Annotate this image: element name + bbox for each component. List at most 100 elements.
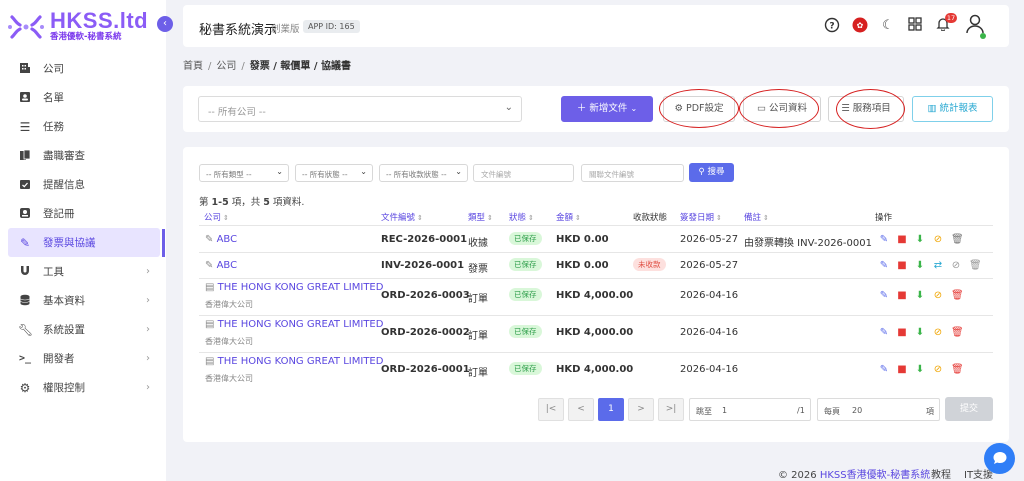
brand-logo[interactable]: HKSS.ltd 香港優軟-秘書系統 bbox=[6, 10, 148, 43]
related-doc-input[interactable]: 關聯文件編號 bbox=[581, 164, 684, 182]
sidebar-item-developer[interactable]: >_ 開發者 › bbox=[8, 344, 160, 373]
help-icon[interactable]: ? bbox=[823, 17, 841, 35]
row-remarks: 由發票轉換 INV-2026-0001 bbox=[744, 238, 872, 249]
row-type: 訂單 bbox=[468, 294, 488, 305]
delete-icon[interactable]: 🗑︎ bbox=[951, 364, 964, 375]
per-page-input[interactable]: 每頁 20 項 bbox=[817, 398, 940, 421]
pdf-icon[interactable]: ■ bbox=[897, 364, 907, 375]
col-header-company[interactable]: 公司 ⇕ bbox=[204, 211, 229, 223]
download-icon[interactable]: ⬇ bbox=[915, 364, 925, 375]
delete-icon[interactable]: 🗑︎ bbox=[951, 290, 964, 301]
company-select[interactable]: -- 所有公司 -- ⌄ bbox=[198, 96, 522, 122]
table-row: ✎ ABC INV-2026-0001 發票 已保存 HKD 0.00 未收款 … bbox=[199, 253, 993, 278]
row-company-link[interactable]: ✎ ABC bbox=[205, 260, 237, 271]
pdf-icon[interactable]: ■ bbox=[897, 327, 907, 338]
row-date: 2026-04-16 bbox=[680, 364, 739, 375]
building-icon bbox=[18, 62, 32, 76]
cancel-icon[interactable]: ⊘ bbox=[933, 234, 943, 245]
sidebar-collapse-button[interactable]: ‹ bbox=[157, 16, 173, 32]
delete-icon[interactable]: 🗑︎ bbox=[951, 327, 964, 338]
cancel-icon[interactable]: ⊘ bbox=[933, 290, 943, 301]
col-header-doc-no[interactable]: 文件編號 ⇕ bbox=[381, 211, 423, 223]
page-1-button[interactable]: 1 bbox=[598, 398, 624, 421]
breadcrumb-company[interactable]: 公司 bbox=[216, 61, 236, 72]
sidebar-item-basic-data[interactable]: 基本資料 › bbox=[8, 286, 160, 315]
toolbar-card: -- 所有公司 -- ⌄ ＋ 新增文件 ⌄ ⚙ PDF設定 ▭ 公司資料 ☰ 服… bbox=[183, 86, 1009, 132]
breadcrumb-home[interactable]: 首頁 bbox=[183, 61, 203, 72]
footer-company-link[interactable]: HKSS香港優軟-秘書系統 bbox=[820, 470, 930, 481]
row-company-name: THE HONG KONG GREAT LIMITED bbox=[217, 319, 384, 330]
edit-icon[interactable]: ✎ bbox=[879, 364, 889, 375]
chevron-down-icon: ⌄ bbox=[360, 167, 367, 176]
type-filter-select[interactable]: -- 所有類型 -- ⌄ bbox=[199, 164, 289, 182]
summary-prefix: 第 bbox=[199, 197, 212, 208]
sidebar-item-tools[interactable]: 工具 › bbox=[8, 257, 160, 286]
sidebar-item-label: 名單 bbox=[43, 92, 64, 104]
last-page-button[interactable]: >| bbox=[658, 398, 684, 421]
cancel-icon[interactable]: ⊘ bbox=[933, 364, 943, 375]
col-header-type[interactable]: 類型 ⇕ bbox=[468, 211, 493, 223]
delete-icon[interactable]: 🗑︎ bbox=[951, 234, 964, 245]
language-flag-icon[interactable]: ✿ bbox=[851, 17, 869, 35]
row-type: 發票 bbox=[468, 264, 488, 275]
next-page-button[interactable]: > bbox=[628, 398, 654, 421]
sidebar-item-contacts[interactable]: 名單 bbox=[8, 83, 160, 112]
apps-grid-icon[interactable] bbox=[906, 17, 924, 35]
sidebar-item-settings[interactable]: 🔧︎ 系統設置 › bbox=[8, 315, 160, 344]
sidebar-item-company[interactable]: 公司 bbox=[8, 54, 160, 83]
cancel-icon[interactable]: ⊘ bbox=[933, 327, 943, 338]
delete-icon[interactable]: 🗑︎ bbox=[969, 260, 982, 271]
prev-page-button[interactable]: < bbox=[568, 398, 594, 421]
edit-icon[interactable]: ✎ bbox=[879, 260, 889, 271]
documents-card: -- 所有類型 -- ⌄ -- 所有狀態 -- ⌄ -- 所有收款狀態 -- ⌄ 文件… bbox=[183, 147, 1009, 442]
sidebar-item-permissions[interactable]: ⚙ 權限控制 › bbox=[8, 373, 160, 402]
pdf-icon[interactable]: ■ bbox=[897, 260, 907, 271]
new-document-button[interactable]: ＋ 新增文件 ⌄ bbox=[561, 96, 653, 122]
first-page-button[interactable]: |< bbox=[538, 398, 564, 421]
pagination-submit-button[interactable]: 提交 bbox=[945, 397, 993, 421]
download-icon[interactable]: ⬇ bbox=[915, 290, 925, 301]
download-icon[interactable]: ⬇ bbox=[915, 234, 925, 245]
col-header-amount[interactable]: 金額 ⇕ bbox=[556, 211, 581, 223]
col-header-status[interactable]: 狀態 ⇕ bbox=[509, 211, 534, 223]
row-date: 2026-04-16 bbox=[680, 290, 739, 301]
dark-mode-icon[interactable]: ☾ bbox=[879, 17, 897, 35]
sidebar-nav: 公司 名單 ☰ 任務 盡職審查 提醒信息 登記冊 ✎ 發票與協議 工具 › 基本… bbox=[8, 54, 160, 402]
sidebar-item-register[interactable]: 登記冊 bbox=[8, 199, 160, 228]
search-button[interactable]: ⚲ 搜尋 bbox=[689, 163, 734, 182]
edit-icon[interactable]: ✎ bbox=[879, 290, 889, 301]
download-icon[interactable]: ⬇ bbox=[915, 260, 925, 271]
row-company-link[interactable]: ▤ THE HONG KONG GREAT LIMITED bbox=[205, 282, 383, 293]
sidebar-item-tasks[interactable]: ☰ 任務 bbox=[8, 112, 160, 141]
sidebar-item-due-diligence[interactable]: 盡職審查 bbox=[8, 141, 160, 170]
chevron-down-icon: ⌄ bbox=[630, 104, 638, 113]
row-company-name: ABC bbox=[216, 234, 238, 245]
row-company-link[interactable]: ▤ THE HONG KONG GREAT LIMITED bbox=[205, 356, 383, 367]
payment-status-filter-select[interactable]: -- 所有收款狀態 -- ⌄ bbox=[379, 164, 468, 182]
convert-icon[interactable]: ⇄ bbox=[933, 260, 943, 271]
pdf-icon[interactable]: ■ bbox=[897, 234, 907, 245]
sidebar-item-invoices[interactable]: ✎ 發票與協議 bbox=[8, 228, 160, 257]
download-icon[interactable]: ⬇ bbox=[915, 327, 925, 338]
app-edition: 創業版 bbox=[271, 24, 300, 35]
row-company-link[interactable]: ▤ THE HONG KONG GREAT LIMITED bbox=[205, 319, 383, 330]
cancel-icon[interactable]: ⊘ bbox=[951, 260, 961, 271]
doc-no-input[interactable]: 文件編號 bbox=[473, 164, 574, 182]
edit-icon[interactable]: ✎ bbox=[879, 234, 889, 245]
footer-tutorial-link[interactable]: 教程 bbox=[931, 466, 951, 481]
sidebar-item-reminders[interactable]: 提醒信息 bbox=[8, 170, 160, 199]
results-summary: 第 1-5 項，共 5 項資料. bbox=[199, 194, 304, 208]
col-header-issue-date[interactable]: 簽發日期 ⇕ bbox=[680, 211, 722, 223]
annotation-circle-pdf bbox=[659, 89, 739, 128]
status-filter-select[interactable]: -- 所有狀態 -- ⌄ bbox=[295, 164, 373, 182]
col-header-remarks[interactable]: 備註 ⇕ bbox=[744, 211, 769, 223]
sort-icon: ⇕ bbox=[487, 214, 493, 222]
goto-page-input[interactable]: 跳至 1 /1 bbox=[689, 398, 811, 421]
type-filter-value: -- 所有類型 -- bbox=[206, 170, 252, 179]
edit-icon[interactable]: ✎ bbox=[879, 327, 889, 338]
stats-report-button[interactable]: ▥ 統計報表 bbox=[912, 96, 993, 122]
pdf-icon[interactable]: ■ bbox=[897, 290, 907, 301]
chat-bubble-icon[interactable] bbox=[984, 443, 1015, 474]
brand-tagline: 香港優軟-秘書系統 bbox=[50, 32, 122, 42]
row-company-link[interactable]: ✎ ABC bbox=[205, 234, 237, 245]
